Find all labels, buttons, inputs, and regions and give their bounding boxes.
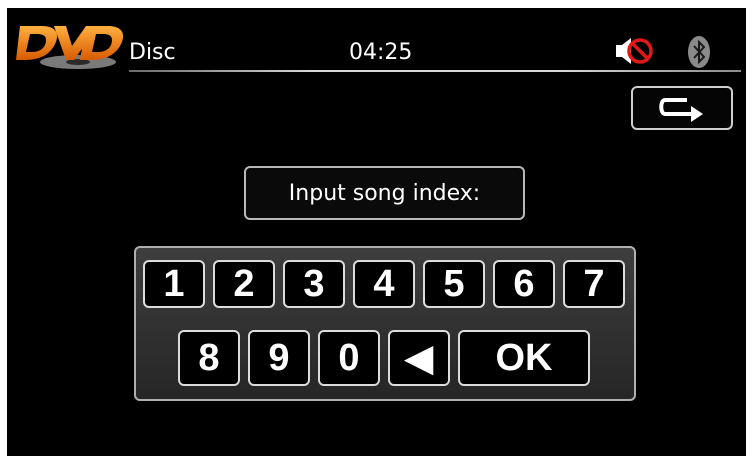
key-4[interactable]: 4 (353, 260, 415, 308)
mute-icon (616, 38, 653, 64)
key-5[interactable]: 5 (423, 260, 485, 308)
prompt-label: Input song index: (288, 180, 481, 206)
back-button[interactable] (631, 86, 733, 130)
clock: 04:25 (349, 40, 413, 65)
key-2[interactable]: 2 (213, 260, 275, 308)
return-arrow-icon (659, 98, 703, 122)
bluetooth-icon[interactable] (687, 35, 711, 69)
backspace-key[interactable]: ◀ (388, 330, 450, 386)
screen: Disc 04:25 Input song index: 1 2 3 4 5 6… (7, 8, 746, 456)
key-6[interactable]: 6 (493, 260, 555, 308)
input-prompt: Input song index: (244, 166, 525, 220)
key-0[interactable]: 0 (318, 330, 380, 386)
key-9[interactable]: 9 (248, 330, 310, 386)
key-7[interactable]: 7 (563, 260, 625, 308)
numeric-keypad: 1 2 3 4 5 6 7 8 9 0 ◀ OK (134, 246, 636, 401)
key-1[interactable]: 1 (143, 260, 205, 308)
key-8[interactable]: 8 (178, 330, 240, 386)
dvd-logo (16, 26, 124, 69)
ok-key[interactable]: OK (458, 330, 590, 386)
source-label: Disc (129, 40, 176, 65)
header-divider (129, 70, 741, 72)
key-3[interactable]: 3 (283, 260, 345, 308)
